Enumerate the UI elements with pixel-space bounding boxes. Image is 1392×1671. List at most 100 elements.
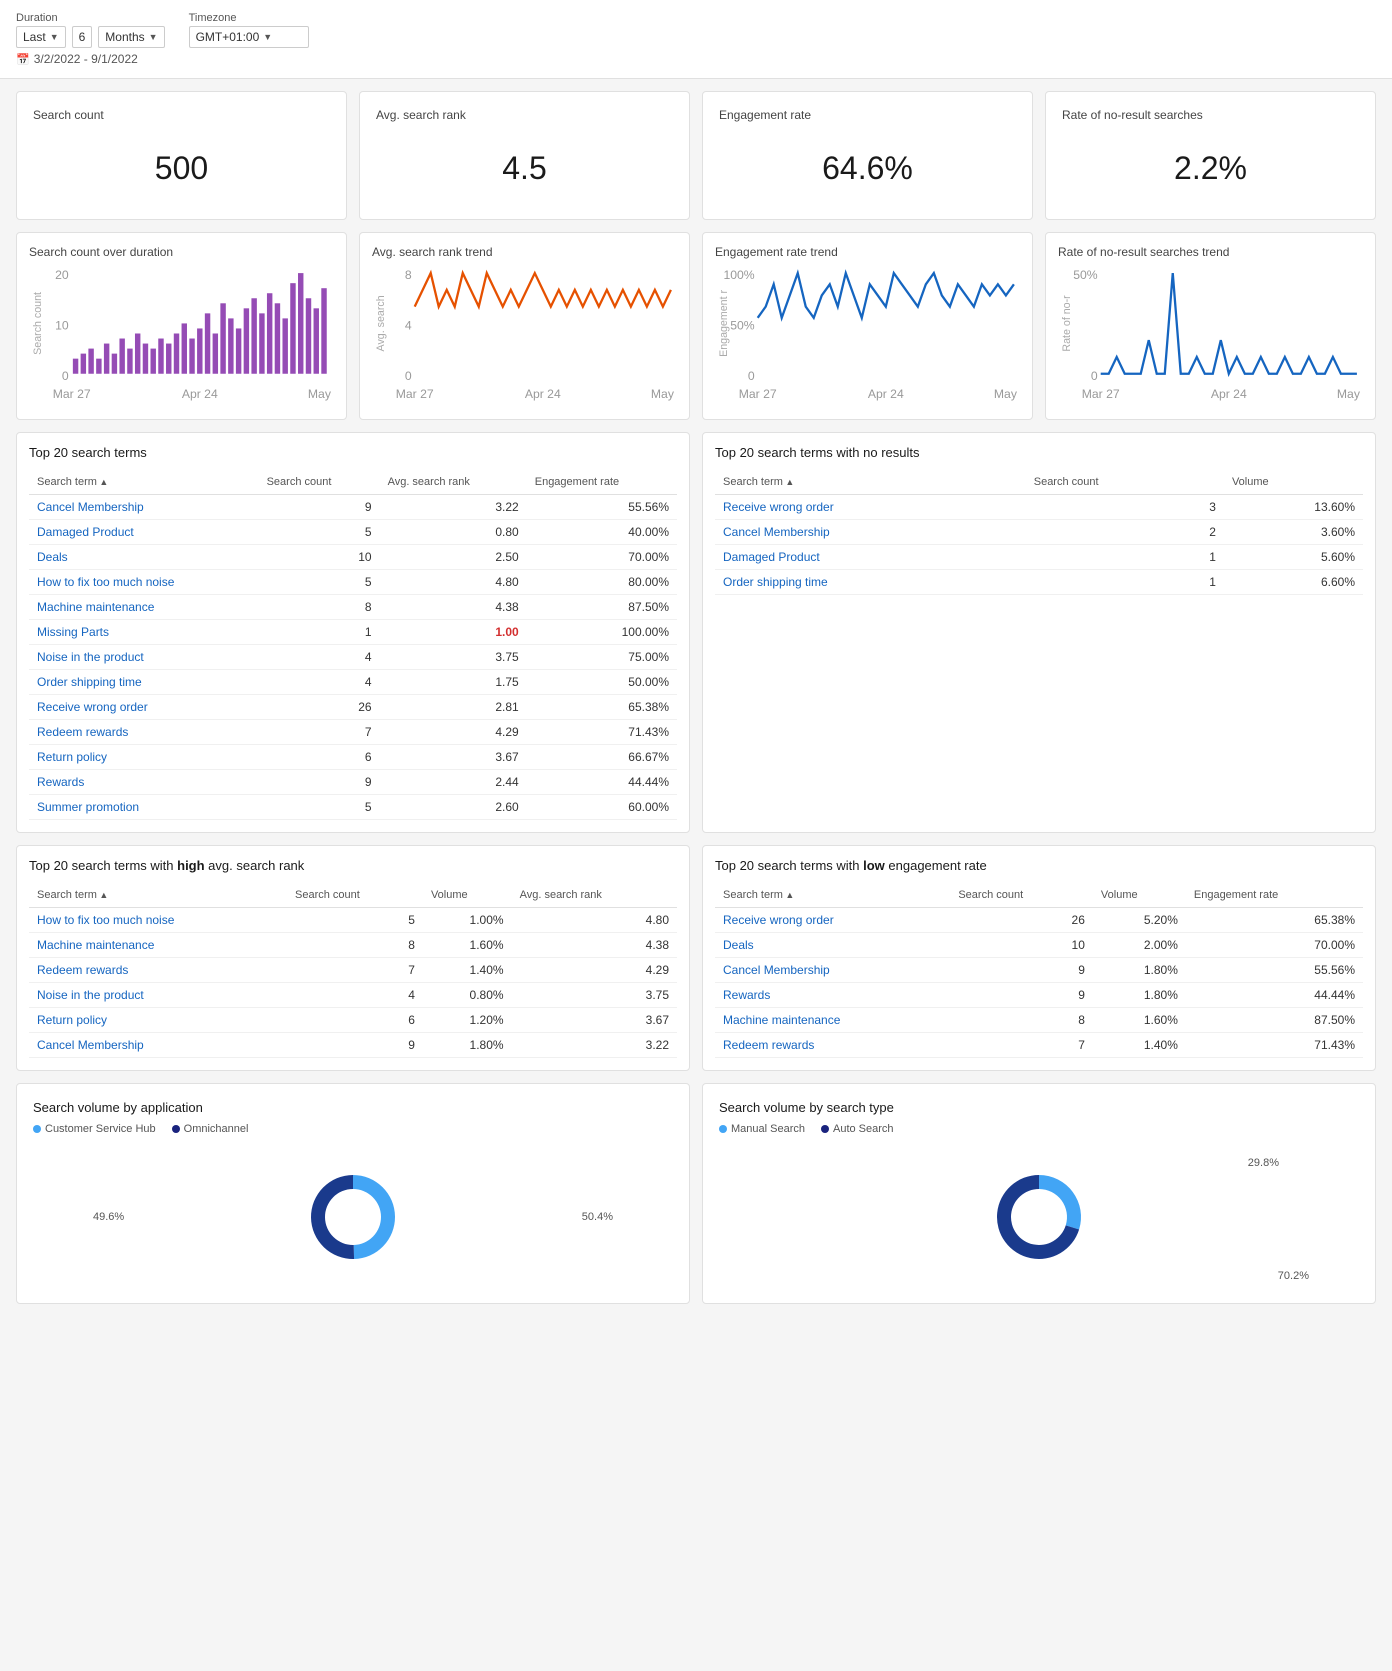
table-cell: 9 <box>950 983 1093 1008</box>
table-row: Cancel Membership23.60% <box>715 520 1363 545</box>
donut-type-legend: Manual Search Auto Search <box>719 1123 1359 1135</box>
table-cell: 26 <box>950 908 1093 933</box>
donut-app-left-label: 49.6% <box>93 1211 124 1223</box>
table-header[interactable]: Avg. search rank <box>380 470 527 495</box>
legend-item: Omnichannel <box>172 1123 249 1135</box>
table-header[interactable]: Search term <box>715 470 1026 495</box>
table-cell: 2 <box>1026 520 1224 545</box>
low-engagement-table-card: Top 20 search terms with low engagement … <box>702 845 1376 1071</box>
table-header[interactable]: Engagement rate <box>1186 883 1363 908</box>
duration-preset-select[interactable]: Last ▼ <box>16 26 66 48</box>
legend-item: Customer Service Hub <box>33 1123 156 1135</box>
table-cell: Return policy <box>29 1008 287 1033</box>
table-row: Machine maintenance81.60%4.38 <box>29 933 677 958</box>
table-cell: 5 <box>259 570 380 595</box>
table-row: Order shipping time41.7550.00% <box>29 670 677 695</box>
table-cell: Summer promotion <box>29 795 259 820</box>
donut-charts-row: Search volume by application Customer Se… <box>16 1083 1376 1304</box>
table-header[interactable]: Search count <box>1026 470 1224 495</box>
donut-type-chart <box>979 1157 1099 1277</box>
table-header[interactable]: Volume <box>1093 883 1186 908</box>
table-cell: 4.80 <box>380 570 527 595</box>
table-header[interactable]: Search count <box>259 470 380 495</box>
table-cell: 60.00% <box>527 795 677 820</box>
table-header[interactable]: Search term <box>715 883 950 908</box>
chart-title: Avg. search rank trend <box>372 245 677 259</box>
table-row: Noise in the product43.7575.00% <box>29 645 677 670</box>
table-cell: 5.60% <box>1224 545 1363 570</box>
card-title: Rate of no-result searches <box>1062 108 1359 122</box>
top20-table: Search termSearch countAvg. search rankE… <box>29 470 677 820</box>
top-bar: Duration Last ▼ 6 Months ▼ Timezone GMT+ <box>0 0 1392 79</box>
table-cell: Noise in the product <box>29 983 287 1008</box>
table-cell: 71.43% <box>527 720 677 745</box>
table-row: Deals102.00%70.00% <box>715 933 1363 958</box>
table-cell: 7 <box>259 720 380 745</box>
table-cell: 65.38% <box>527 695 677 720</box>
table-cell: 7 <box>287 958 423 983</box>
timezone-select[interactable]: GMT+01:00 ▼ <box>189 26 309 48</box>
table-cell: Missing Parts <box>29 620 259 645</box>
table-cell: Redeem rewards <box>29 720 259 745</box>
table-header[interactable]: Volume <box>1224 470 1363 495</box>
table-row: Cancel Membership91.80%3.22 <box>29 1033 677 1058</box>
table-header[interactable]: Search count <box>287 883 423 908</box>
trend-svg: 50%0Mar 27Apr 24May 22Rate of no-r <box>1058 267 1363 404</box>
chart-title: Engagement rate trend <box>715 245 1020 259</box>
table-cell: Deals <box>715 933 950 958</box>
table-cell: 13.60% <box>1224 495 1363 520</box>
table-row: Deals102.5070.00% <box>29 545 677 570</box>
legend-item: Auto Search <box>821 1123 894 1135</box>
table-cell: 5 <box>259 795 380 820</box>
table-cell: Rewards <box>715 983 950 1008</box>
table-cell: 71.43% <box>1186 1033 1363 1058</box>
high-rank-table-card: Top 20 search terms with high avg. searc… <box>16 845 690 1071</box>
svg-text:0: 0 <box>405 369 412 383</box>
card-title: Avg. search rank <box>376 108 673 122</box>
table-cell: 3.60% <box>1224 520 1363 545</box>
low-engagement-title: Top 20 search terms with low engagement … <box>715 858 1363 873</box>
chart-title: Rate of no-result searches trend <box>1058 245 1363 259</box>
table-cell: 1.80% <box>1093 983 1186 1008</box>
date-range: 📅 3/2/2022 - 9/1/2022 <box>16 52 1376 66</box>
table-header[interactable]: Search term <box>29 883 287 908</box>
table-cell: 44.44% <box>1186 983 1363 1008</box>
table-cell: 8 <box>287 933 423 958</box>
trend-svg: 840Mar 27Apr 24May 22Avg. search <box>372 267 677 404</box>
table-cell: 4 <box>259 670 380 695</box>
duration-value-select[interactable]: 6 <box>72 26 93 48</box>
table-cell: Machine maintenance <box>29 595 259 620</box>
table-row: Order shipping time16.60% <box>715 570 1363 595</box>
table-cell: Damaged Product <box>29 520 259 545</box>
svg-text:Mar 27: Mar 27 <box>739 387 777 401</box>
table-header[interactable]: Engagement rate <box>527 470 677 495</box>
table-cell: How to fix too much noise <box>29 908 287 933</box>
chart-card-no-result-trend: Rate of no-result searches trend 50%0Mar… <box>1045 232 1376 420</box>
table-cell: 4.38 <box>512 933 677 958</box>
table-row: Return policy63.6766.67% <box>29 745 677 770</box>
table-header[interactable]: Avg. search rank <box>512 883 677 908</box>
table-cell: 4 <box>287 983 423 1008</box>
table-cell: 3.67 <box>512 1008 677 1033</box>
table-header[interactable]: Volume <box>423 883 512 908</box>
table-cell: 2.50 <box>380 545 527 570</box>
table-cell: Machine maintenance <box>29 933 287 958</box>
table-cell: 50.00% <box>527 670 677 695</box>
donut-segment <box>353 1175 395 1259</box>
table-cell: 3.75 <box>512 983 677 1008</box>
table-cell: 10 <box>950 933 1093 958</box>
chart-card-avg-rank-trend: Avg. search rank trend 840Mar 27Apr 24Ma… <box>359 232 690 420</box>
table-cell: 1 <box>1026 545 1224 570</box>
table-header[interactable]: Search term <box>29 470 259 495</box>
duration-field: Duration Last ▼ 6 Months ▼ <box>16 12 165 48</box>
duration-unit-select[interactable]: Months ▼ <box>98 26 164 48</box>
table-cell: 0.80 <box>380 520 527 545</box>
svg-text:50%: 50% <box>1073 268 1098 282</box>
table-cell: 100.00% <box>527 620 677 645</box>
timezone-label: Timezone <box>189 12 309 24</box>
table-cell: 6 <box>259 745 380 770</box>
table-cell: 70.00% <box>1186 933 1363 958</box>
table-cell: 4.29 <box>380 720 527 745</box>
trend-charts-row: Search count over duration 20100Mar 27Ap… <box>16 232 1376 420</box>
table-header[interactable]: Search count <box>950 883 1093 908</box>
